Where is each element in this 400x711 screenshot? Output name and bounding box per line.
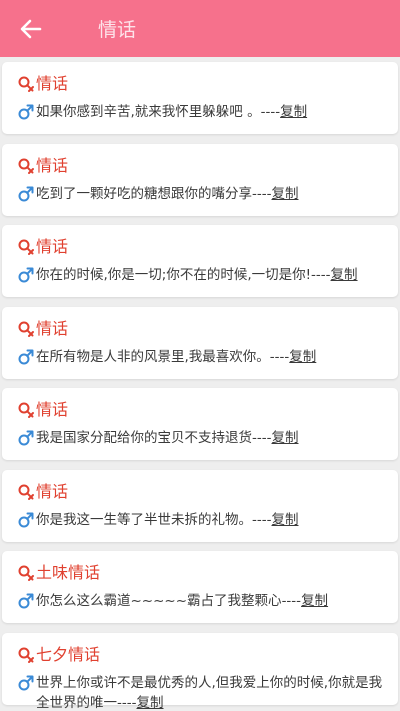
copy-link[interactable]: 复制: [301, 593, 328, 609]
copy-link[interactable]: 复制: [272, 430, 299, 446]
card-title: 情话: [17, 482, 68, 502]
quote-text: 你在的时候,你是一切;你不在的时候,一切是你!: [36, 267, 312, 283]
quote-card[interactable]: 土味情话你怎么这么霸道~~~~~霸占了我整颗心----复制: [2, 551, 398, 623]
separator: ----: [252, 185, 272, 202]
male-symbol-icon: [17, 674, 35, 692]
quote-line: 我是国家分配给你的宝贝不支持退货----复制: [36, 428, 299, 448]
quote-text: 你怎么这么霸道~~~~~霸占了我整颗心: [36, 593, 282, 609]
female-symbol-icon: [17, 238, 35, 256]
male-symbol-icon: [17, 266, 35, 284]
female-symbol-icon: [17, 157, 35, 175]
copy-link[interactable]: 复制: [289, 349, 316, 365]
quote-list[interactable]: 情话 如果你感到辛苦,就来我怀里躲躲吧 。----复制 情话 吃到了一颗好吃的糖想跟你…: [0, 57, 400, 711]
quote-line: 在所有物是人非的风景里,我最喜欢你。----复制: [36, 347, 316, 367]
male-symbol-icon: [17, 348, 35, 366]
card-body: 你怎么这么霸道~~~~~霸占了我整颗心----复制: [17, 591, 389, 611]
quote-card[interactable]: 情话如果你感到辛苦,就来我怀里躲躲吧 。----复制: [2, 62, 398, 134]
quote-line: 吃到了一颗好吃的糖想跟你的嘴分享----复制: [36, 184, 299, 204]
quote-text: 在所有物是人非的风景里,我最喜欢你。: [36, 348, 270, 365]
male-symbol-icon: [17, 592, 35, 610]
male-symbol-icon: [17, 103, 35, 121]
card-title: 情话: [17, 237, 68, 257]
card-title-text: 情话: [36, 74, 69, 93]
card-title-text: 情话: [36, 155, 69, 175]
female-symbol-icon: [17, 483, 35, 501]
quote-text: 世界上你或许不是最优秀的人,但我爱上你的时候,你就是我全世界的唯一: [36, 674, 383, 711]
card-title: 情话: [17, 156, 68, 176]
separator: ----: [311, 267, 331, 283]
separator: ----: [252, 511, 272, 528]
card-title-text: 七夕情话: [36, 644, 101, 664]
card-body: 在所有物是人非的风景里,我最喜欢你。----复制: [17, 347, 389, 367]
back-button[interactable]: [0, 0, 62, 57]
male-symbol-icon: [17, 185, 35, 203]
card-body: 世界上你或许不是最优秀的人,但我爱上你的时候,你就是我全世界的唯一----复制: [17, 673, 389, 711]
quote-card[interactable]: 七夕情话世界上你或许不是最优秀的人,但我爱上你的时候,你就是我全世界的唯一---…: [2, 632, 398, 711]
copy-link[interactable]: 复制: [331, 267, 358, 283]
quote-line: 如果你感到辛苦,就来我怀里躲躲吧 。----复制: [36, 102, 307, 122]
card-title-text: 情话: [36, 237, 69, 256]
page-title: 情话: [98, 19, 137, 41]
card-title-text: 情话: [36, 481, 69, 501]
separator: ----: [281, 593, 302, 609]
female-symbol-icon: [17, 401, 35, 419]
card-body: 你在的时候,你是一切;你不在的时候,一切是你!----复制: [17, 265, 389, 285]
copy-link[interactable]: 复制: [272, 186, 299, 202]
quote-card[interactable]: 情话我是国家分配给你的宝贝不支持退货----复制: [2, 388, 398, 460]
separator: ----: [117, 694, 137, 711]
female-symbol-icon: [17, 646, 35, 664]
card-title: 情话: [17, 400, 68, 420]
card-title: 土味情话: [17, 563, 100, 583]
card-body: 你是我这一生等了半世未拆的礼物。----复制: [17, 510, 389, 530]
copy-link[interactable]: 复制: [137, 695, 164, 711]
card-body: 如果你感到辛苦,就来我怀里躲躲吧 。----复制: [17, 102, 389, 122]
quote-card[interactable]: 情话吃到了一颗好吃的糖想跟你的嘴分享----复制: [2, 143, 398, 216]
quote-line: 你怎么这么霸道~~~~~霸占了我整颗心----复制: [36, 591, 328, 611]
quote-line: 你是我这一生等了半世未拆的礼物。----复制: [36, 510, 299, 530]
male-symbol-icon: [17, 429, 35, 447]
card-body: 吃到了一颗好吃的糖想跟你的嘴分享----复制: [17, 184, 389, 204]
card-title-text: 情话: [36, 400, 69, 419]
separator: ----: [269, 348, 290, 365]
quote-card[interactable]: 情话你是我这一生等了半世未拆的礼物。----复制: [2, 469, 398, 542]
quote-line: 你在的时候,你是一切;你不在的时候,一切是你!----复制: [36, 265, 358, 285]
card-title: 七夕情话: [17, 645, 100, 665]
quote-text: 吃到了一颗好吃的糖想跟你的嘴分享: [36, 185, 252, 202]
female-symbol-icon: [17, 320, 35, 338]
male-symbol-icon: [17, 511, 35, 529]
copy-link[interactable]: 复制: [272, 512, 299, 528]
quote-card[interactable]: 情话你在的时候,你是一切;你不在的时候,一切是你!----复制: [2, 225, 398, 297]
quote-text: 如果你感到辛苦,就来我怀里躲躲吧 。: [36, 104, 261, 120]
card-title-text: 情话: [36, 318, 69, 338]
arrow-left-icon: [20, 19, 42, 38]
separator: ----: [252, 430, 272, 446]
card-title: 情话: [17, 319, 68, 339]
quote-text: 你是我这一生等了半世未拆的礼物。: [36, 511, 252, 528]
separator: ----: [260, 104, 281, 120]
card-title-text: 土味情话: [36, 563, 101, 582]
app-bar: 情话: [0, 0, 400, 57]
quote-text: 我是国家分配给你的宝贝不支持退货: [36, 430, 252, 446]
female-symbol-icon: [17, 564, 35, 582]
card-title: 情话: [17, 74, 68, 94]
quote-card[interactable]: 情话在所有物是人非的风景里,我最喜欢你。----复制: [2, 306, 398, 379]
quote-line: 世界上你或许不是最优秀的人,但我爱上你的时候,你就是我全世界的唯一----复制: [36, 673, 389, 711]
card-body: 我是国家分配给你的宝贝不支持退货----复制: [17, 428, 389, 448]
copy-link[interactable]: 复制: [280, 104, 307, 120]
female-symbol-icon: [17, 75, 35, 93]
